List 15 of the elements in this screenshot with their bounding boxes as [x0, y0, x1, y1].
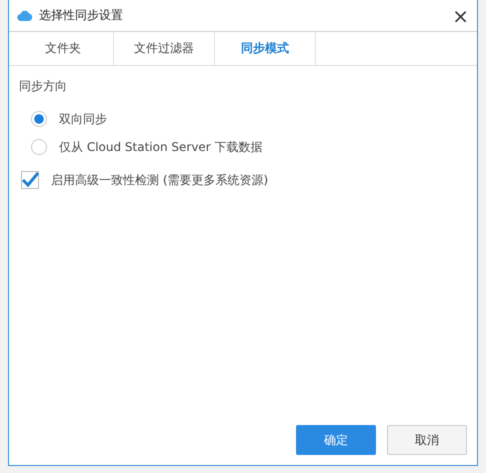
checkbox[interactable] — [21, 171, 39, 189]
checkbox-label: 启用高级一致性检测 (需要更多系统资源) — [51, 172, 268, 188]
tab[interactable]: 文件夹 — [13, 32, 114, 65]
tab[interactable]: 同步模式 — [215, 32, 316, 65]
window-title: 选择性同步设置 — [39, 7, 124, 24]
close-button[interactable]: × — [452, 6, 469, 26]
radio-label: 仅从 Cloud Station Server 下载数据 — [59, 138, 263, 156]
ok-button[interactable]: 确定 — [296, 425, 376, 455]
tab[interactable]: 文件过滤器 — [114, 32, 215, 65]
cancel-button[interactable]: 取消 — [387, 425, 467, 455]
section-title: 同步方向 — [19, 78, 68, 95]
radio-label: 双向同步 — [59, 110, 107, 128]
radio-button[interactable] — [31, 139, 47, 155]
radio-button[interactable] — [31, 111, 47, 127]
cloud-icon — [17, 10, 33, 22]
